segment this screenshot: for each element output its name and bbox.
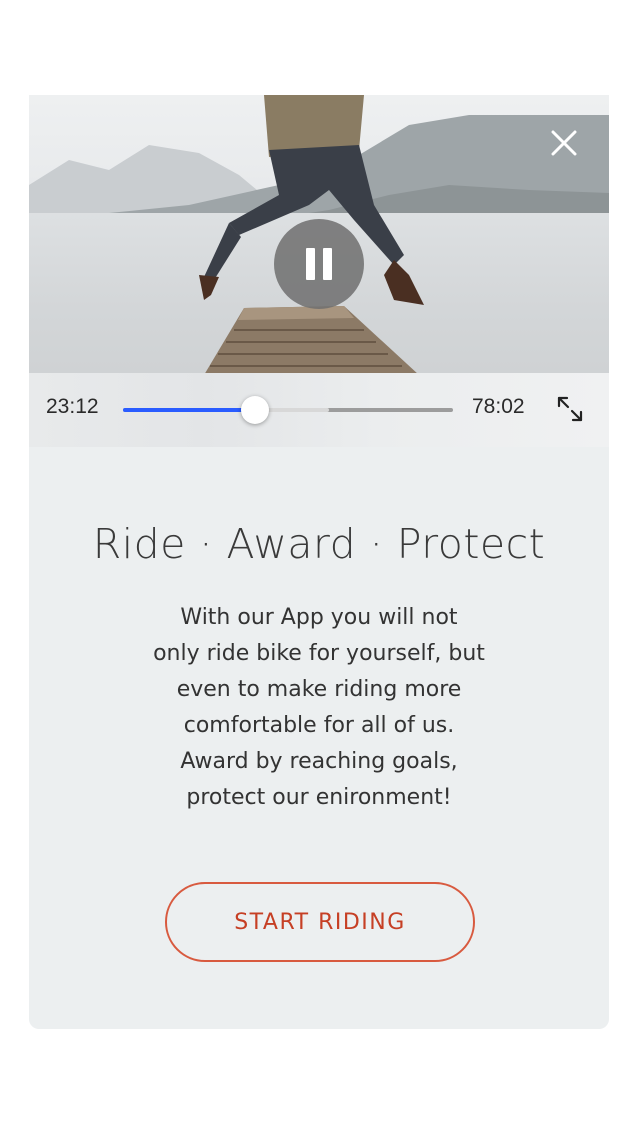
pause-button[interactable] (274, 219, 364, 309)
expand-icon (557, 396, 583, 422)
current-time: 23:12 (46, 395, 99, 418)
start-riding-button[interactable]: START RIDING (165, 882, 475, 962)
total-time: 78:02 (472, 395, 525, 418)
page-title: Ride · Award · Protect (92, 520, 546, 568)
fullscreen-button[interactable] (554, 393, 586, 425)
played-progress (123, 408, 255, 412)
onboarding-card: 23:12 78:02 Ride · Award · Protect With … (29, 95, 609, 1029)
description-line: protect our enironment! (186, 785, 452, 810)
pause-icon (302, 248, 336, 280)
description-line: only ride bike for yourself, but (153, 641, 485, 666)
description-line: comfortable for all of us. (183, 713, 455, 738)
close-icon (551, 130, 577, 156)
video-player[interactable]: 23:12 78:02 (29, 95, 609, 447)
description-line: Award by reaching goals, (180, 749, 458, 774)
playback-controls: 23:12 78:02 (29, 373, 609, 447)
seek-bar[interactable] (123, 396, 453, 424)
close-button[interactable] (549, 128, 579, 158)
description: With our App you will not only ride bike… (119, 600, 519, 816)
description-line: With our App you will not (180, 605, 458, 630)
seek-thumb[interactable] (241, 396, 269, 424)
description-line: even to make riding more (176, 677, 462, 702)
